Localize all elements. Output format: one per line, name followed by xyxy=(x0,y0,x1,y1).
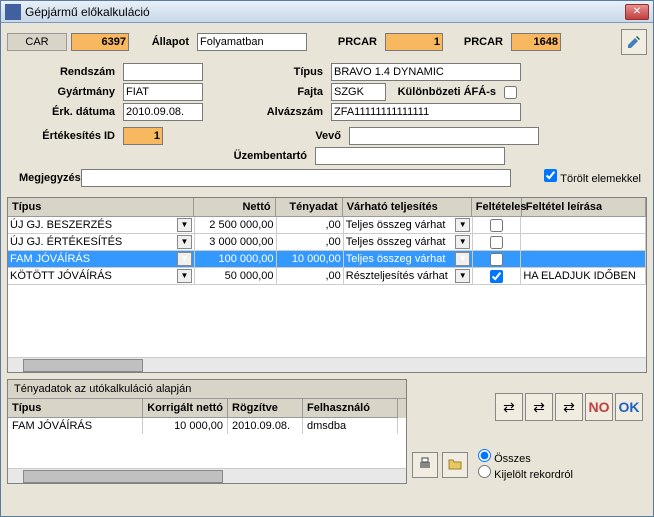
ertid-input[interactable] xyxy=(123,127,163,145)
dropdown-icon[interactable]: ▼ xyxy=(177,269,192,283)
gyartmany-label: Gyártmány xyxy=(19,86,119,98)
folder-icon xyxy=(447,456,463,472)
grid-scrollbar[interactable] xyxy=(8,357,646,372)
torolt-checkbox[interactable] xyxy=(544,169,557,182)
printer-icon xyxy=(417,456,433,472)
prcar2-input[interactable] xyxy=(511,33,561,51)
vevo-label: Vevő xyxy=(197,130,345,142)
dropdown-icon[interactable]: ▼ xyxy=(455,269,470,283)
dropdown-icon[interactable]: ▼ xyxy=(455,235,470,249)
sub-scrollbar[interactable] xyxy=(8,468,406,483)
hdr-feltl[interactable]: Feltétel leírása xyxy=(522,198,646,217)
alvaz-input[interactable] xyxy=(331,103,521,121)
uzem-input[interactable] xyxy=(315,147,505,165)
hdr-felt[interactable]: Feltételes xyxy=(472,198,522,217)
pencil-icon xyxy=(626,34,642,50)
sub-header: Típus Korrigált nettó Rögzítve Felhaszná… xyxy=(8,399,406,418)
rendszam-label: Rendszám xyxy=(19,66,119,78)
uzem-label: Üzembentartó xyxy=(19,150,311,162)
tipus-input[interactable] xyxy=(331,63,521,81)
car-input[interactable] xyxy=(71,33,129,51)
hdr-varhato[interactable]: Várható teljesítés xyxy=(343,198,472,217)
table-row[interactable]: KÖTÖTT JÓVÁÍRÁS▼50 000,00,00Részteljesít… xyxy=(8,268,646,285)
vevo-input[interactable] xyxy=(349,127,539,145)
sub-scroll-thumb[interactable] xyxy=(23,470,223,483)
nav-btn-2[interactable]: ⇄ xyxy=(525,393,553,421)
dropdown-icon[interactable]: ▼ xyxy=(177,252,192,266)
close-button[interactable]: ✕ xyxy=(625,4,649,20)
tipus-label: Típus xyxy=(237,66,327,78)
ertid-label: Értékesítés ID xyxy=(19,130,119,142)
allapot-input[interactable] xyxy=(197,33,307,51)
main-grid: Típus Nettó Tényadat Várható teljesítés … xyxy=(7,197,647,373)
sub-body: FAM JÓVÁÍRÁS10 000,002010.09.08.dmsdba xyxy=(8,418,406,468)
felt-checkbox[interactable] xyxy=(490,253,503,266)
car-label: CAR xyxy=(7,33,67,51)
hdr-teny[interactable]: Tényadat xyxy=(276,198,343,217)
app-icon xyxy=(5,4,21,20)
folder-button[interactable] xyxy=(442,452,468,478)
shdr-rog[interactable]: Rögzítve xyxy=(228,399,303,418)
felt-checkbox[interactable] xyxy=(490,270,503,283)
shdr-felh[interactable]: Felhasználó xyxy=(303,399,398,418)
megj-label: Megjegyzés xyxy=(19,172,77,184)
no-button[interactable]: NO xyxy=(585,393,613,421)
toolbar: ⇄ ⇄ ⇄ NO OK xyxy=(495,393,643,421)
scroll-thumb[interactable] xyxy=(23,359,143,372)
prcar2-label: PRCAR xyxy=(447,36,507,48)
allapot-label: Állapot xyxy=(133,36,193,48)
hdr-tipus[interactable]: Típus xyxy=(8,198,194,217)
radio-group: Összes Kijelölt rekordról xyxy=(478,449,573,481)
fajta-input[interactable] xyxy=(331,83,386,101)
sub-panel: Tényadatok az utókalkuláció alapján Típu… xyxy=(7,379,407,484)
hdr-netto[interactable]: Nettó xyxy=(194,198,275,217)
radio-kijelolt[interactable] xyxy=(478,465,491,478)
grid-header: Típus Nettó Tényadat Várható teljesítés … xyxy=(8,198,646,217)
dropdown-icon[interactable]: ▼ xyxy=(177,218,192,232)
nav-btn-1[interactable]: ⇄ xyxy=(495,393,523,421)
table-row[interactable]: ÚJ GJ. BESZERZÉS▼2 500 000,00,00Teljes ö… xyxy=(8,217,646,234)
torolt-label: Törölt elemekkel xyxy=(560,173,641,185)
dropdown-icon[interactable]: ▼ xyxy=(455,252,470,266)
edit-button[interactable] xyxy=(621,29,647,55)
felt-checkbox[interactable] xyxy=(490,236,503,249)
sub-title: Tényadatok az utókalkuláció alapján xyxy=(8,380,406,399)
torolt-container: Törölt elemekkel xyxy=(544,169,641,185)
prcar1-input[interactable] xyxy=(385,33,443,51)
alvaz-label: Alvázszám xyxy=(237,106,327,118)
dropdown-icon[interactable]: ▼ xyxy=(455,218,470,232)
grid-body: ÚJ GJ. BESZERZÉS▼2 500 000,00,00Teljes ö… xyxy=(8,217,646,357)
erk-label: Érk. dátuma xyxy=(19,106,119,118)
titlebar: Gépjármű előkalkuláció ✕ xyxy=(1,1,653,23)
table-row[interactable]: FAM JÓVÁÍRÁS10 000,002010.09.08.dmsdba xyxy=(8,418,406,434)
table-row[interactable]: FAM JÓVÁÍRÁS▼100 000,0010 000,00Teljes ö… xyxy=(8,251,646,268)
ok-button[interactable]: OK xyxy=(615,393,643,421)
megj-input[interactable] xyxy=(81,169,511,187)
dropdown-icon[interactable]: ▼ xyxy=(177,235,192,249)
window-title: Gépjármű előkalkuláció xyxy=(25,5,625,19)
main-window: Gépjármű előkalkuláció ✕ CAR Állapot PRC… xyxy=(0,0,654,517)
rendszam-input[interactable] xyxy=(123,63,203,81)
shdr-korr[interactable]: Korrigált nettó xyxy=(143,399,228,418)
afa-checkbox[interactable] xyxy=(504,86,517,99)
gyartmany-input[interactable] xyxy=(123,83,203,101)
shdr-tipus[interactable]: Típus xyxy=(8,399,143,418)
prcar1-label: PRCAR xyxy=(311,36,381,48)
afa-label: Különbözeti ÁFÁ-s xyxy=(390,86,500,98)
table-row[interactable]: ÚJ GJ. ÉRTÉKESÍTÉS▼3 000 000,00,00Teljes… xyxy=(8,234,646,251)
bottom-tools: Összes Kijelölt rekordról xyxy=(412,449,573,481)
nav-btn-3[interactable]: ⇄ xyxy=(555,393,583,421)
fajta-label: Fajta xyxy=(237,86,327,98)
radio-osszes[interactable] xyxy=(478,449,491,462)
felt-checkbox[interactable] xyxy=(490,219,503,232)
print-button[interactable] xyxy=(412,452,438,478)
erk-input[interactable] xyxy=(123,103,203,121)
